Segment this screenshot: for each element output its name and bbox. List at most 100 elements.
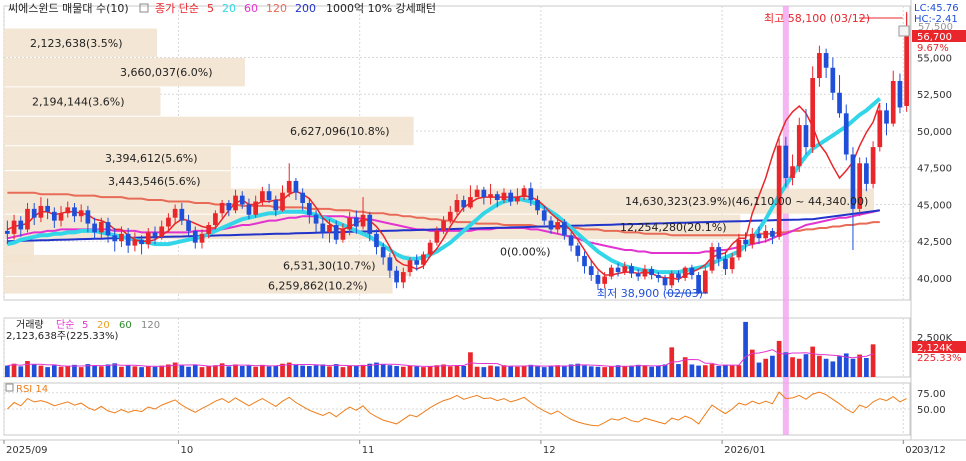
candle-body bbox=[159, 226, 165, 237]
candle bbox=[877, 104, 883, 152]
candle-body bbox=[595, 275, 601, 284]
volume-bar bbox=[602, 367, 607, 377]
price-ma-period: 5 bbox=[207, 2, 214, 15]
filter-label: 1000억 10% 강세패턴 bbox=[326, 2, 436, 15]
volume-bar bbox=[515, 366, 520, 377]
candle-body bbox=[615, 267, 621, 273]
candle-body bbox=[407, 260, 413, 273]
volume-bar bbox=[300, 365, 305, 377]
candle-body bbox=[588, 266, 594, 276]
candle-body bbox=[374, 233, 379, 248]
stock-chart: 2,123,638(3.5%) 3,660,037(6.0%) 2,194,144(… bbox=[0, 0, 966, 457]
candle-body bbox=[333, 225, 339, 240]
price-tick-label: 40,000 bbox=[917, 274, 952, 285]
volume-bar bbox=[78, 367, 84, 377]
candle-body bbox=[817, 53, 822, 79]
candle-body bbox=[400, 272, 406, 283]
price-tick-label: 45,000 bbox=[917, 200, 952, 211]
volume-ma-period: 120 bbox=[141, 320, 160, 331]
volume-bar bbox=[333, 364, 339, 377]
volume-bar bbox=[92, 365, 97, 377]
candle-body bbox=[756, 233, 762, 239]
candle-body bbox=[233, 195, 238, 211]
volume-bar bbox=[139, 367, 144, 377]
candle-body bbox=[447, 211, 453, 221]
volume-bar bbox=[709, 364, 715, 377]
volume-bar bbox=[796, 358, 802, 377]
candle-body bbox=[723, 258, 728, 270]
volume-bar bbox=[51, 365, 57, 377]
volume-bar bbox=[716, 365, 722, 377]
candle-body bbox=[541, 210, 547, 221]
volume-bar bbox=[803, 354, 809, 377]
volume-bar bbox=[810, 346, 816, 377]
volume-bar bbox=[582, 365, 587, 377]
candle-body bbox=[125, 233, 131, 246]
volume-bar bbox=[776, 340, 782, 377]
volume-bar bbox=[830, 361, 836, 377]
volume-bar bbox=[555, 365, 561, 377]
volume-bar bbox=[508, 365, 514, 377]
candle-body bbox=[421, 254, 426, 265]
candle-body bbox=[58, 213, 64, 221]
candle-body bbox=[602, 276, 607, 284]
panel-options-icon[interactable] bbox=[898, 25, 910, 37]
candle-body bbox=[494, 194, 500, 201]
price-ma-period: 20 bbox=[222, 2, 236, 15]
candle-body bbox=[72, 207, 77, 217]
volume-bar bbox=[501, 365, 507, 377]
volume-bar bbox=[25, 361, 30, 377]
volume-bar bbox=[850, 358, 856, 377]
candle bbox=[709, 242, 715, 274]
candle-body bbox=[521, 188, 527, 198]
rsi-tick-label: 50.00 bbox=[917, 405, 946, 416]
candle-body bbox=[823, 53, 829, 68]
volume-bar bbox=[18, 366, 24, 377]
candle-body bbox=[676, 273, 681, 278]
volume-bar bbox=[347, 365, 352, 377]
candle-body bbox=[716, 247, 722, 259]
candle-body bbox=[897, 80, 903, 108]
candle-body bbox=[112, 235, 118, 242]
volume-bar bbox=[266, 366, 272, 377]
candle-body bbox=[870, 147, 876, 184]
candle-body bbox=[92, 223, 97, 233]
volume-bar bbox=[421, 367, 426, 377]
x-axis-label: 2025/09 bbox=[6, 445, 48, 456]
volume-bar bbox=[11, 363, 17, 377]
volume-bar bbox=[246, 365, 252, 377]
candle-body bbox=[548, 220, 554, 230]
candle-body bbox=[31, 208, 37, 218]
price-ma-period: 200 bbox=[295, 2, 316, 15]
candle-body bbox=[152, 232, 158, 237]
volume-bar bbox=[864, 358, 869, 377]
price-tick-label: 55,000 bbox=[917, 53, 952, 64]
volume-bar bbox=[676, 364, 681, 377]
volume-bar bbox=[702, 365, 708, 377]
candle-body bbox=[367, 214, 373, 234]
candle-body bbox=[139, 239, 144, 245]
price-ma-period: 60 bbox=[244, 2, 258, 15]
volume-bar bbox=[447, 366, 453, 377]
volume-bar bbox=[736, 365, 742, 377]
candle-body bbox=[380, 247, 386, 258]
candle-body bbox=[528, 188, 534, 201]
candle-body bbox=[655, 275, 661, 278]
volume-bar bbox=[857, 354, 863, 377]
volume-profile-label: 2,194,144(3.6%) bbox=[32, 96, 125, 109]
price-ma-period: 120 bbox=[266, 2, 287, 15]
volume-bar bbox=[5, 365, 10, 377]
candle-body bbox=[320, 223, 326, 233]
volume-bar bbox=[427, 365, 433, 377]
volume-bar bbox=[65, 365, 71, 377]
price-ma-label: 종가 단순 bbox=[155, 2, 199, 15]
volume-bar bbox=[159, 365, 165, 377]
candle-body bbox=[98, 222, 104, 233]
volume-profile-label: 14,630,323(23.9%)(46,110.00 ~ 44,340.00) bbox=[625, 195, 868, 208]
candle-body bbox=[213, 213, 218, 226]
candle-body bbox=[427, 242, 433, 255]
x-axis-label: 2026/01 bbox=[724, 445, 766, 456]
volume-bar bbox=[756, 362, 762, 377]
volume-ma-period: 5 bbox=[82, 320, 88, 331]
candle-body bbox=[796, 125, 802, 167]
